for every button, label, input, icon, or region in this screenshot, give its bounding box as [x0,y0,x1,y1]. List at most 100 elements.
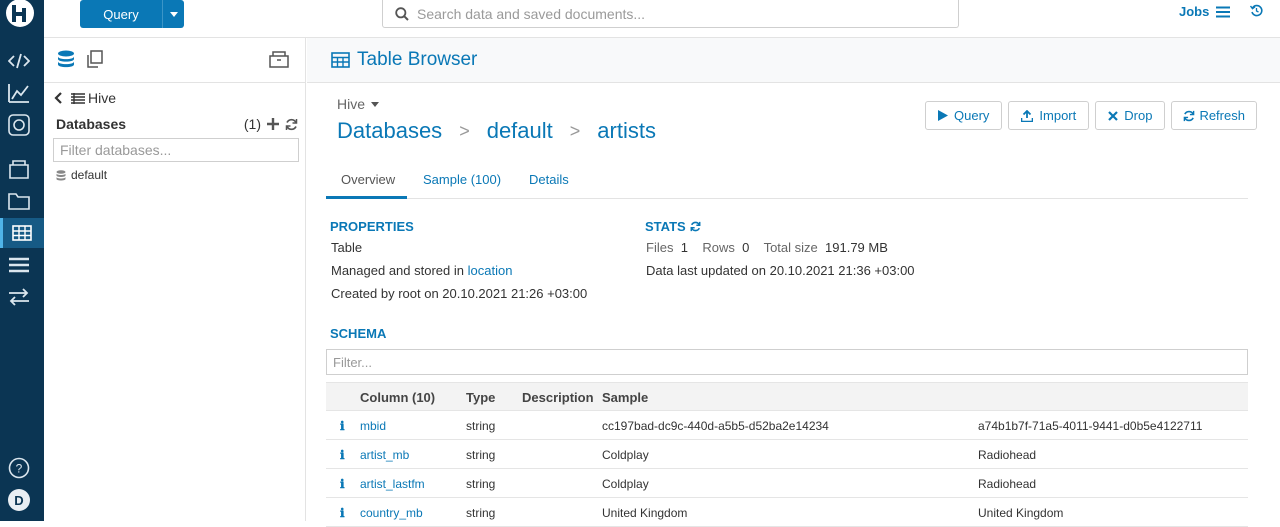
breadcrumb-database[interactable]: default [487,118,553,144]
tab-sample[interactable]: Sample (100) [423,172,501,187]
source-label: Hive [337,96,366,112]
column-type: string [466,477,496,491]
schema-filter-input[interactable]: Filter... [326,349,1248,375]
chevron-left-icon[interactable] [54,92,63,104]
column-type: string [466,448,496,462]
database-count: (1) [243,116,261,132]
import-button[interactable]: Import [1008,101,1090,130]
info-icon[interactable]: ℹ [340,419,345,433]
drop-label: Drop [1124,108,1153,123]
page-title: Table Browser [357,49,478,70]
schema-table: Column (10) Type Description Sample ℹ mb… [326,382,1248,527]
help-icon[interactable]: ? [8,457,30,479]
rows-value: 0 [742,240,750,255]
column-type: string [466,419,496,433]
sample-value: cc197bad-dc9c-440d-a5b5-d52ba2e14234 [602,419,829,433]
files-value: 1 [680,240,688,255]
size-value: 191.79 MB [825,240,888,255]
rows-label: Rows [702,240,735,255]
database-icon [56,169,66,180]
play-icon [938,110,948,121]
refresh-label: Refresh [1199,108,1245,123]
source-selector[interactable]: Hive [337,96,379,112]
caret-down-icon [169,11,178,17]
scheduler-icon[interactable] [8,114,30,136]
sample-value: Radiohead [978,448,1037,462]
table-row: ℹ artist_mb string Coldplay Radiohead [326,440,1248,469]
search-placeholder: Search data and saved documents... [417,5,646,22]
drop-button[interactable]: Drop [1095,101,1166,130]
importer-icon[interactable] [8,286,30,308]
database-item[interactable]: default [56,168,107,182]
info-icon[interactable]: ℹ [340,477,345,491]
query-button[interactable]: Query [80,0,162,28]
location-link[interactable]: location [468,263,513,278]
assist-breadcrumb[interactable]: Hive [54,90,116,106]
main-content: Table Browser Hive Databases > default >… [307,38,1280,527]
tab-overview[interactable]: Overview [341,172,395,187]
description-header[interactable]: Description [522,390,594,405]
hue-logo-icon[interactable] [4,0,36,30]
documents-assist-icon[interactable] [85,50,105,72]
sample-value: United Kingdom [602,506,688,520]
files-label: Files [646,240,674,255]
documents-icon[interactable] [8,158,30,180]
jobs-button[interactable]: Jobs [1179,4,1231,19]
column-name[interactable]: artist_mb [360,448,409,462]
page-header: Table Browser [307,38,1280,83]
assist-panel: Hive Databases (1) Filter databases... d… [44,38,306,521]
managed-location: Managed and stored in location [331,263,512,278]
caret-down-icon [370,102,379,107]
query-table-label: Query [954,108,990,123]
filter-databases-input[interactable]: Filter databases... [53,138,299,162]
query-dropdown-toggle[interactable] [162,0,184,28]
breadcrumb-databases[interactable]: Databases [337,118,442,144]
svg-text:?: ? [16,462,23,476]
stats-title: STATS [645,219,686,234]
refresh-icon[interactable] [285,118,298,131]
left-navigation: ? D [0,0,44,521]
global-search-input[interactable]: Search data and saved documents... [382,0,959,28]
database-assist-icon[interactable] [57,50,75,72]
tables-icon[interactable] [0,218,44,248]
table-row: ℹ mbid string cc197bad-dc9c-440d-a5b5-d5… [326,411,1248,440]
sample-value: a74b1b7f-71a5-4011-9441-d0b5e4122711 [978,419,1203,433]
breadcrumb-separator: > [569,121,581,141]
breadcrumb: Databases > default > artists [337,118,656,144]
column-name[interactable]: artist_lastfm [360,477,425,491]
database-item-label: default [71,168,108,182]
type-header[interactable]: Type [466,390,495,405]
breadcrumb-table[interactable]: artists [597,118,656,144]
refresh-icon[interactable] [690,221,701,232]
add-icon[interactable] [267,118,279,130]
column-name[interactable]: country_mb [360,506,423,520]
storage-assist-icon[interactable] [269,50,289,71]
files-icon[interactable] [8,190,30,212]
assist-crumb-label: Hive [88,90,117,106]
assist-tabs [44,38,305,83]
stats-values: Files 1 Rows 0 Total size 191.79 MB [646,240,888,255]
dashboard-icon[interactable] [8,82,30,104]
sample-value: Coldplay [602,448,649,462]
avatar[interactable]: D [8,489,30,511]
editor-icon[interactable] [8,50,30,72]
column-name[interactable]: mbid [360,419,386,433]
refresh-icon [1184,110,1195,121]
created-info: Created by root on 20.10.2021 21:26 +03:… [331,286,588,301]
column-header[interactable]: Column (10) [360,390,435,405]
tab-details[interactable]: Details [529,172,569,187]
import-label: Import [1039,108,1077,123]
table-tabs: Overview Sample (100) Details [326,162,1248,199]
refresh-button[interactable]: Refresh [1171,101,1257,130]
info-icon[interactable]: ℹ [340,448,345,462]
properties-title: PROPERTIES [330,219,414,234]
active-tab-indicator [326,196,407,199]
info-icon[interactable]: ℹ [340,506,345,520]
upload-icon [1021,109,1034,122]
breadcrumb-separator: > [459,121,470,141]
jobs-list-icon[interactable] [8,254,30,276]
table-actions: Query Import Drop Refresh [925,101,1257,130]
jobs-label: Jobs [1179,4,1210,19]
query-table-button[interactable]: Query [925,101,1003,130]
history-icon[interactable] [1249,4,1263,20]
